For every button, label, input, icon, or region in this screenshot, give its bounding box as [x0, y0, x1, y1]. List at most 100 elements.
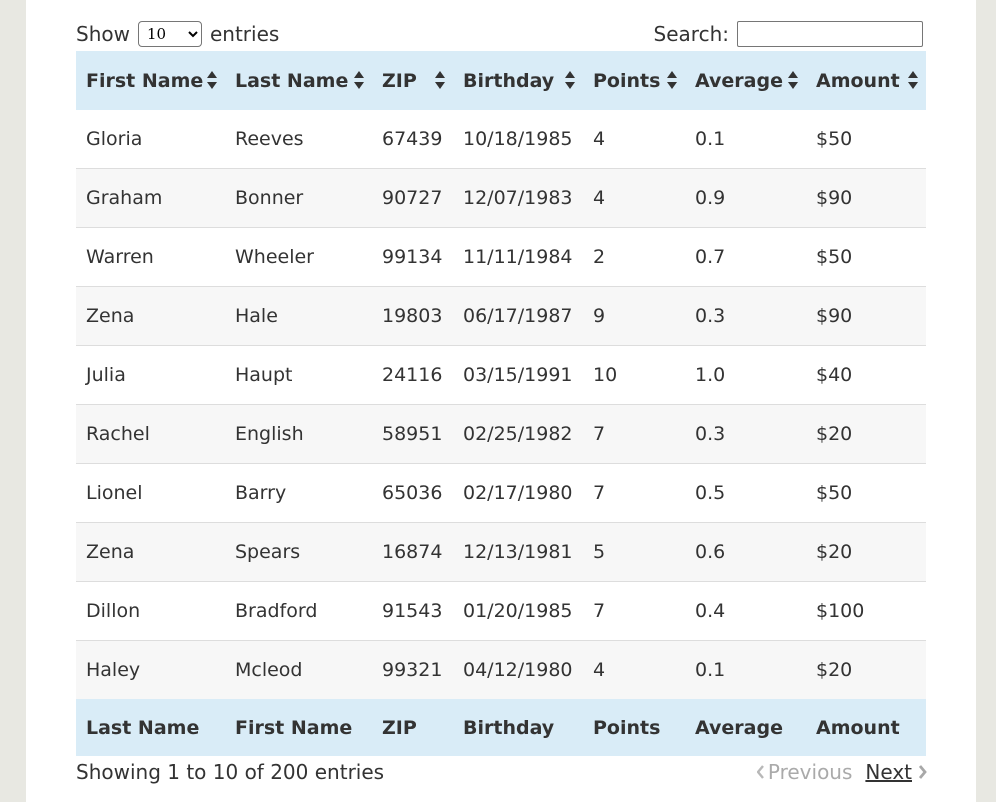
table-header: First Name Last Name ZIP Birthday Points Aver…: [76, 51, 926, 110]
table-cell: 24116: [372, 345, 453, 405]
column-footer: Average: [685, 699, 806, 756]
table-cell: $20: [806, 640, 926, 699]
table-row: Graham Bonner 90727 12/07/1983 4 0.9 $90: [76, 168, 926, 228]
table-cell: Lionel: [76, 463, 225, 523]
sort-both-icon: [565, 71, 575, 89]
table-footer: Last Name First Name ZIP Birthday Points Aver…: [76, 699, 926, 756]
table-cell: Bonner: [225, 168, 372, 228]
table-cell: $90: [806, 286, 926, 346]
table-cell: Reeves: [225, 110, 372, 169]
pagination: Previous Next: [754, 760, 930, 784]
table-cell: Wheeler: [225, 227, 372, 287]
show-label: Show: [76, 22, 130, 46]
table-cell: $90: [806, 168, 926, 228]
column-header-label: Points: [593, 69, 661, 92]
search-input[interactable]: [737, 21, 923, 47]
table-cell: 0.1: [685, 640, 806, 699]
table-cell: 2: [583, 227, 685, 287]
column-header[interactable]: Amount: [806, 51, 926, 110]
table-cell: 90727: [372, 168, 453, 228]
table-cell: 10: [583, 345, 685, 405]
table-cell: 0.5: [685, 463, 806, 523]
table-cell: 58951: [372, 404, 453, 464]
sort-both-icon: [908, 71, 918, 89]
column-header-label: Amount: [816, 69, 900, 92]
table-row: Rachel English 58951 02/25/1982 7 0.3 $20: [76, 404, 926, 464]
page-length-select[interactable]: 10: [137, 21, 202, 47]
column-header-label: Average: [695, 69, 783, 92]
table-cell: 67439: [372, 110, 453, 169]
table-cell: $20: [806, 404, 926, 464]
sort-both-icon: [788, 71, 798, 89]
column-header[interactable]: Points: [583, 51, 685, 110]
table-row: Lionel Barry 65036 02/17/1980 7 0.5 $50: [76, 463, 926, 523]
table-cell: 0.6: [685, 522, 806, 582]
table-cell: $50: [806, 110, 926, 169]
chevron-left-icon: [756, 760, 765, 784]
table-cell: 7: [583, 581, 685, 641]
table-cell: 11/11/1984: [453, 227, 583, 287]
column-header[interactable]: First Name: [76, 51, 225, 110]
table-cell: 10/18/1985: [453, 110, 583, 169]
table-cell: 0.3: [685, 286, 806, 346]
table-cell: 04/12/1980: [453, 640, 583, 699]
column-header-label: Last Name: [235, 69, 349, 92]
column-footer: Last Name: [76, 699, 225, 756]
table-cell: 0.9: [685, 168, 806, 228]
table-cell: 19803: [372, 286, 453, 346]
chevron-right-icon: [918, 760, 927, 784]
column-footer: Amount: [806, 699, 926, 756]
sort-both-icon: [354, 71, 364, 89]
table-cell: 7: [583, 404, 685, 464]
table-cell: Hale: [225, 286, 372, 346]
table-cell: 99134: [372, 227, 453, 287]
table-cell: 03/15/1991: [453, 345, 583, 405]
table-row: Gloria Reeves 67439 10/18/1985 4 0.1 $50: [76, 110, 926, 169]
table-cell: 91543: [372, 581, 453, 641]
table-cell: $100: [806, 581, 926, 641]
table-cell: Zena: [76, 286, 225, 346]
table-cell: 1.0: [685, 345, 806, 405]
table-cell: 9: [583, 286, 685, 346]
table-cell: Bradford: [225, 581, 372, 641]
table-cell: Haupt: [225, 345, 372, 405]
next-button[interactable]: Next: [865, 760, 930, 784]
table-cell: $50: [806, 227, 926, 287]
entries-label: entries: [209, 22, 280, 46]
column-header-label: ZIP: [382, 69, 417, 92]
search-control: Search:: [654, 21, 923, 47]
table-cell: Dillon: [76, 581, 225, 641]
table-cell: 16874: [372, 522, 453, 582]
table-cell: 01/20/1985: [453, 581, 583, 641]
table-cell: 4: [583, 168, 685, 228]
page-length-control: Show 10 entries: [76, 21, 279, 47]
column-header[interactable]: Average: [685, 51, 806, 110]
previous-button[interactable]: Previous: [754, 760, 853, 784]
column-header[interactable]: ZIP: [372, 51, 453, 110]
table-cell: Barry: [225, 463, 372, 523]
table-body: Gloria Reeves 67439 10/18/1985 4 0.1 $50 Graham…: [76, 110, 926, 699]
page: Show 10 entries Search: First Name Last N…: [26, 0, 976, 802]
data-table: First Name Last Name ZIP Birthday Points Aver…: [76, 51, 926, 756]
table-cell: 02/17/1980: [453, 463, 583, 523]
table-row: Zena Hale 19803 06/17/1987 9 0.3 $90: [76, 286, 926, 346]
previous-label: Previous: [767, 760, 853, 784]
table-cell: 0.1: [685, 110, 806, 169]
column-header[interactable]: Birthday: [453, 51, 583, 110]
column-footer: First Name: [225, 699, 372, 756]
table-cell: 65036: [372, 463, 453, 523]
table-cell: Zena: [76, 522, 225, 582]
table-cell: 0.7: [685, 227, 806, 287]
table-cell: Warren: [76, 227, 225, 287]
table-info: Showing 1 to 10 of 200 entries: [76, 760, 385, 784]
table-cell: 12/07/1983: [453, 168, 583, 228]
table-cell: Rachel: [76, 404, 225, 464]
column-header-label: First Name: [86, 69, 204, 92]
table-cell: Mcleod: [225, 640, 372, 699]
table-cell: 12/13/1981: [453, 522, 583, 582]
sort-both-icon: [435, 71, 445, 89]
table-row: Haley Mcleod 99321 04/12/1980 4 0.1 $20: [76, 640, 926, 699]
column-header[interactable]: Last Name: [225, 51, 372, 110]
table-cell: 02/25/1982: [453, 404, 583, 464]
table-cell: 7: [583, 463, 685, 523]
